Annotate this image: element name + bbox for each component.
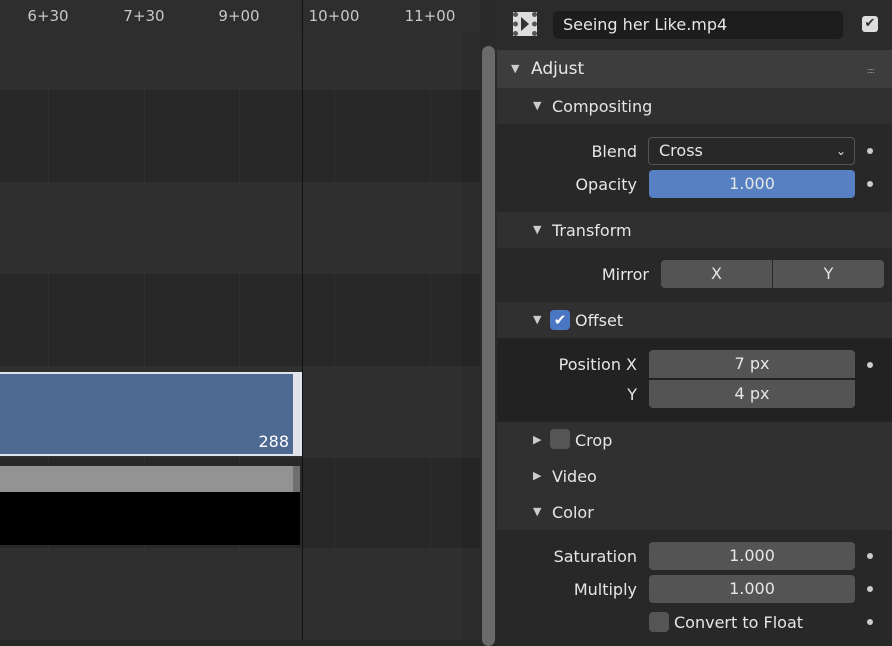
movie-strip-icon	[513, 12, 537, 36]
channel-row	[0, 33, 480, 90]
offset-checkbox[interactable]: ✔	[550, 310, 570, 330]
opacity-label: Opacity	[575, 175, 637, 194]
keyframe-dot-icon[interactable]	[867, 553, 873, 559]
position-y-field[interactable]: 4 px	[649, 380, 855, 408]
region-edge	[462, 33, 480, 640]
grid-line	[430, 33, 431, 640]
grid-line	[48, 33, 49, 640]
color-title: Color	[552, 503, 594, 522]
collapse-triangle-icon: ▼	[533, 99, 542, 112]
strip-header[interactable]	[0, 466, 300, 492]
convert-float-label: Convert to Float	[674, 613, 804, 632]
saturation-label: Saturation	[553, 547, 637, 566]
compositing-subpanel-header[interactable]: ▼ Compositing	[497, 88, 892, 124]
keyframe-dot-icon[interactable]	[867, 148, 873, 154]
frame-boundary-line	[302, 0, 303, 640]
blend-value: Cross	[659, 141, 703, 160]
offset-subpanel-header[interactable]: ▼ ✔ Offset	[497, 302, 892, 338]
convert-float-checkbox[interactable]	[649, 612, 669, 632]
time-ruler[interactable]: 6+30 7+30 9+00 10+00 11+00	[0, 0, 480, 33]
strip-end-frame: 288	[258, 432, 289, 451]
collapse-triangle-icon: ▼	[533, 223, 542, 236]
drag-grip-icon[interactable]: ::::	[867, 66, 875, 75]
keyframe-dot-icon[interactable]	[867, 362, 873, 368]
crop-checkbox[interactable]	[550, 429, 570, 449]
collapse-triangle-icon: ▼	[533, 313, 542, 326]
strip-thumbnail-area[interactable]	[0, 492, 300, 545]
adjust-panel-header[interactable]: ▼ Adjust ::::	[497, 50, 892, 88]
position-y-label: Y	[627, 385, 637, 404]
chevron-down-icon: ⌄	[835, 144, 846, 158]
multiply-label: Multiply	[573, 580, 637, 599]
collapse-triangle-icon: ▼	[511, 62, 520, 75]
mirror-y-toggle[interactable]: Y	[773, 260, 884, 288]
grid-line	[144, 33, 145, 640]
play-glyph-icon	[521, 17, 529, 31]
strip-header-row: Seeing her Like.mp4 ✔	[497, 0, 892, 50]
sequencer-timeline[interactable]: 6+30 7+30 9+00 10+00 11+00 288	[0, 0, 480, 640]
grid-line	[334, 33, 335, 640]
grid-line	[239, 33, 240, 640]
region-scrollbar[interactable]	[480, 0, 497, 646]
opacity-slider[interactable]: 1.000	[649, 170, 855, 198]
mirror-x-toggle[interactable]: X	[661, 260, 772, 288]
strip-name-input[interactable]: Seeing her Like.mp4	[553, 11, 843, 39]
expand-triangle-icon: ▶	[533, 433, 542, 446]
strip-handle[interactable]	[293, 466, 300, 492]
strip-enabled-checkbox[interactable]: ✔	[862, 16, 878, 32]
offset-title: Offset	[575, 311, 624, 330]
strip-right-handle[interactable]	[293, 374, 300, 454]
mirror-label: Mirror	[601, 265, 649, 284]
ruler-tick: 11+00	[404, 7, 456, 25]
ruler-tick: 7+30	[123, 7, 165, 25]
ruler-tick: 10+00	[308, 7, 360, 25]
position-x-field[interactable]: 7 px	[649, 350, 855, 378]
crop-subpanel-header[interactable]: ▶ Crop	[497, 422, 892, 458]
channel-row	[0, 182, 480, 274]
ruler-tick: 9+00	[218, 7, 260, 25]
movie-strip-selected[interactable]: 288	[0, 372, 302, 456]
blend-label: Blend	[591, 142, 637, 161]
collapse-triangle-icon: ▼	[533, 505, 542, 518]
transform-title: Transform	[552, 221, 632, 240]
multiply-field[interactable]: 1.000	[649, 575, 855, 603]
color-subpanel-header[interactable]: ▼ Color	[497, 494, 892, 530]
blend-dropdown[interactable]: Cross ⌄	[648, 137, 855, 165]
scrollbar-thumb[interactable]	[482, 46, 495, 646]
keyframe-dot-icon[interactable]	[867, 619, 873, 625]
crop-title: Crop	[575, 431, 613, 450]
expand-triangle-icon: ▶	[533, 469, 542, 482]
channel-row	[0, 548, 480, 640]
saturation-field[interactable]: 1.000	[649, 542, 855, 570]
keyframe-dot-icon[interactable]	[867, 586, 873, 592]
video-subpanel-header[interactable]: ▶ Video	[497, 458, 892, 494]
video-title: Video	[552, 467, 597, 486]
ruler-tick: 6+30	[27, 7, 69, 25]
keyframe-dot-icon[interactable]	[867, 181, 873, 187]
position-x-label: Position X	[558, 355, 637, 374]
compositing-title: Compositing	[552, 97, 653, 116]
strip-properties-panel: Seeing her Like.mp4 ✔ ▼ Adjust :::: ▼ Co…	[497, 0, 892, 640]
transform-subpanel-header[interactable]: ▼ Transform	[497, 212, 892, 248]
adjust-title: Adjust	[531, 59, 585, 79]
